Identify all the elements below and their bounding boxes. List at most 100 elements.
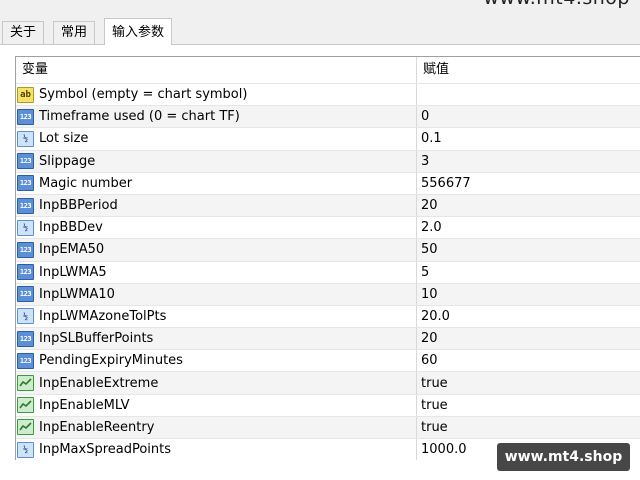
boolean-type-icon (17, 419, 34, 436)
table-row[interactable]: InpEnableExtreme true (16, 371, 640, 394)
variable-cell: ½ InpLWMAzoneTolPts (16, 305, 417, 328)
value-text: 1000.0 (421, 442, 467, 458)
integer-type-icon: 123 (17, 175, 34, 192)
integer-type-icon: 123 (17, 153, 34, 170)
value-cell[interactable]: 60 (417, 350, 640, 371)
variable-cell: 123 Magic number (16, 172, 417, 194)
integer-type-icon: 123 (17, 330, 34, 347)
string-type-icon: ab (17, 86, 34, 103)
column-header-variable[interactable]: 变量 (16, 57, 417, 83)
integer-type-icon: 123 (17, 286, 34, 303)
variable-name: InpEnableReentry (39, 419, 155, 435)
tab-bar: 关于 常用 输入参数 (0, 18, 640, 45)
value-cell[interactable]: true (417, 372, 640, 393)
variable-cell: 123 InpLWMA10 (16, 283, 417, 305)
variable-cell: 123 InpBBPeriod (16, 194, 417, 217)
value-text: 20 (421, 198, 438, 214)
value-cell[interactable]: 20 (417, 328, 640, 349)
integer-type-icon: 123 (17, 241, 34, 258)
table-row[interactable]: ½ InpLWMAzoneTolPts 20.0 (16, 304, 640, 328)
value-cell[interactable]: 0.1 (417, 128, 640, 149)
tab-about[interactable]: 关于 (2, 21, 45, 44)
table-row[interactable]: 123 InpLWMA5 5 (16, 260, 640, 283)
inputs-panel: 变量 赋值 ab Symbol (empty = chart symbol) 123… (0, 44, 640, 480)
variable-cell: 123 InpSLBufferPoints (16, 328, 417, 350)
tab-common[interactable]: 常用 (53, 21, 96, 44)
table-row[interactable]: ½ InpBBDev 2.0 (16, 216, 640, 239)
variable-name: InpEnableMLV (39, 397, 130, 413)
variable-cell: 123 Timeframe used (0 = chart TF) (16, 106, 417, 128)
table-row[interactable]: 123 InpSLBufferPoints 20 (16, 327, 640, 350)
variable-name: InpEnableExtreme (39, 375, 159, 391)
value-text: 556677 (421, 175, 471, 191)
double-type-icon: ½ (17, 130, 34, 147)
variable-cell: 123 InpLWMA5 (16, 261, 417, 283)
variable-name: Timeframe used (0 = chart TF) (39, 109, 240, 125)
value-cell[interactable]: 20 (417, 195, 640, 216)
table-row[interactable]: 123 InpBBPeriod 20 (16, 193, 640, 217)
variable-name: InpLWMA10 (39, 286, 115, 302)
variable-cell: ½ InpMaxSpreadPoints (16, 439, 417, 461)
variable-name: InpBBPeriod (39, 198, 118, 214)
value-text: true (421, 375, 448, 391)
title-strip: www.mt4.shop (0, 0, 640, 18)
variable-name: Magic number (39, 175, 133, 191)
table-body: ab Symbol (empty = chart symbol) 123 Timefr… (16, 83, 640, 461)
table-row[interactable]: ½ Lot size 0.1 (16, 127, 640, 150)
variable-cell: 123 Slippage (16, 150, 417, 172)
value-text: true (421, 419, 448, 435)
value-cell[interactable]: 20.0 (417, 306, 640, 327)
value-cell[interactable]: 10 (417, 284, 640, 305)
table-row[interactable]: ab Symbol (empty = chart symbol) (16, 83, 640, 106)
table-row[interactable]: 123 Magic number 556677 (16, 171, 640, 194)
tab-inputs[interactable]: 输入参数 (104, 18, 173, 45)
double-type-icon: ½ (17, 308, 34, 325)
variable-name: InpMaxSpreadPoints (39, 442, 172, 458)
variable-cell: 123 PendingExpiryMinutes (16, 350, 417, 372)
double-type-icon: ½ (17, 219, 34, 236)
value-text: 3 (421, 153, 430, 169)
boolean-type-icon (17, 397, 34, 414)
value-cell[interactable]: true (417, 417, 640, 438)
value-cell[interactable]: 50 (417, 239, 640, 260)
integer-type-icon: 123 (17, 197, 34, 214)
table-row[interactable]: InpEnableReentry true (16, 415, 640, 438)
table-row[interactable]: 123 Slippage 3 (16, 149, 640, 172)
value-text: 60 (421, 353, 438, 369)
value-text: 50 (421, 242, 438, 258)
table-row[interactable]: 123 InpLWMA10 10 (16, 282, 640, 305)
value-cell[interactable]: true (417, 395, 640, 416)
double-type-icon: ½ (17, 441, 34, 458)
value-cell[interactable]: 556677 (417, 173, 640, 194)
integer-type-icon: 123 (17, 264, 34, 281)
integer-type-icon: 123 (17, 352, 34, 369)
value-cell[interactable]: 0 (417, 106, 640, 127)
value-cell[interactable]: 2.0 (417, 217, 640, 238)
watermark-bottom: www.mt4.shop (497, 443, 630, 471)
table-row[interactable]: 123 PendingExpiryMinutes 60 (16, 349, 640, 372)
variable-cell: InpEnableExtreme (16, 372, 417, 394)
table-header: 变量 赋值 (16, 57, 640, 83)
value-cell[interactable]: 5 (417, 262, 640, 283)
variable-cell: ½ Lot size (16, 128, 417, 150)
variable-cell: ab Symbol (empty = chart symbol) (16, 84, 417, 106)
variable-name: Slippage (39, 153, 96, 169)
table-row[interactable]: InpEnableMLV true (16, 393, 640, 416)
variable-name: InpEMA50 (39, 242, 105, 258)
variable-cell: 123 InpEMA50 (16, 239, 417, 261)
column-header-value[interactable]: 赋值 (417, 57, 640, 83)
variable-name: InpBBDev (39, 220, 103, 236)
variable-cell: InpEnableMLV (16, 394, 417, 416)
value-cell[interactable]: 3 (417, 151, 640, 172)
variable-name: PendingExpiryMinutes (39, 353, 183, 369)
variable-name: Lot size (39, 131, 89, 147)
integer-type-icon: 123 (17, 108, 34, 125)
table-row[interactable]: 123 InpEMA50 50 (16, 238, 640, 261)
boolean-type-icon (17, 375, 34, 392)
value-text: 20 (421, 331, 438, 347)
variable-cell: InpEnableReentry (16, 416, 417, 438)
value-cell[interactable] (417, 84, 640, 105)
table-row[interactable]: 123 Timeframe used (0 = chart TF) 0 (16, 105, 640, 128)
value-text: 5 (421, 264, 430, 280)
parameters-table: 变量 赋值 ab Symbol (empty = chart symbol) 123… (15, 56, 640, 461)
